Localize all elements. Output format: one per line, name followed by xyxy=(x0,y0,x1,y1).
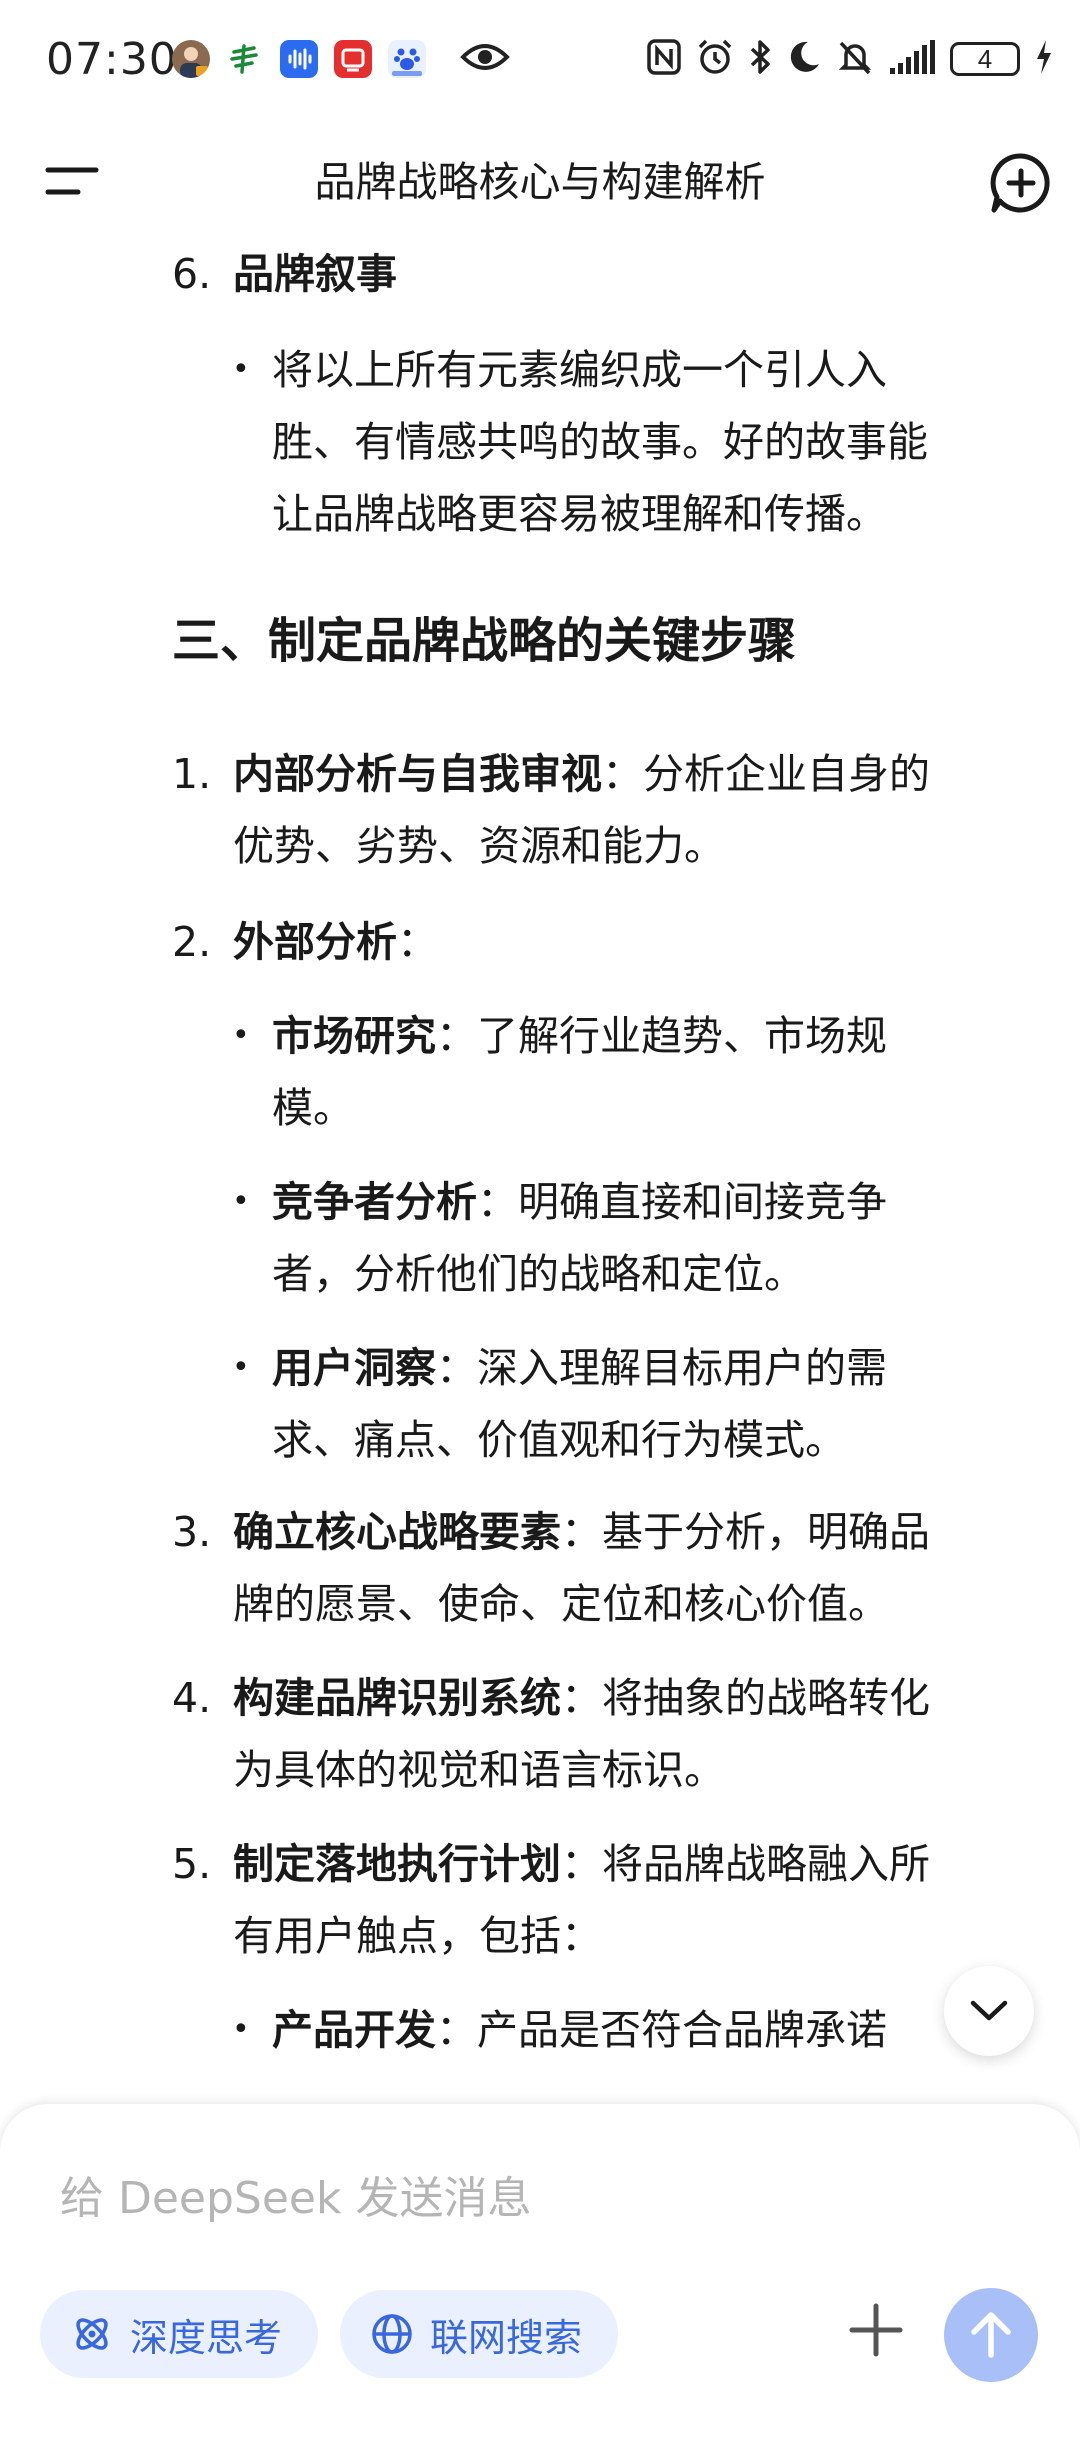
message-content: 6. 品牌叙事 • 将以上所有元素编织成一个引人入 胜、有情感共鸣的故事。好的故… xyxy=(0,230,1080,2110)
list-number: 4. xyxy=(172,1674,212,1722)
message-composer: 深度思考 联网搜索 xyxy=(0,2104,1080,2440)
bullet-line: 将以上所有元素编织成一个引人入 xyxy=(272,346,887,394)
step-text: ：将品牌战略融入所 xyxy=(561,1840,930,1888)
step-text-line: 有用户触点，包括： xyxy=(233,1912,602,1960)
charging-icon xyxy=(1034,38,1054,80)
web-search-button[interactable]: 联网搜索 xyxy=(340,2290,618,2378)
notification-icons xyxy=(172,40,510,78)
bullet-text: ：产品是否符合品牌承诺 xyxy=(436,2006,887,2054)
deep-think-label: 深度思考 xyxy=(130,2315,283,2360)
page-title: 品牌战略核心与构建解析 xyxy=(314,158,766,206)
status-bar: 07:30 4 xyxy=(0,0,1080,120)
bullet-text: ：了解行业趋势、市场规 xyxy=(436,1012,887,1060)
plus-icon xyxy=(849,2303,903,2357)
step-text: ：将抽象的战略转化 xyxy=(561,1674,930,1722)
chat-header: 品牌战略核心与构建解析 xyxy=(0,130,1080,230)
bullet-title: 竞争者分析 xyxy=(272,1178,477,1226)
bullet-line: 让品牌战略更容易被理解和传播。 xyxy=(272,490,887,538)
bullet-text: ：深入理解目标用户的需 xyxy=(436,1344,887,1392)
bullet-dot: • xyxy=(232,1018,250,1053)
bluetooth-icon xyxy=(748,38,772,80)
signal-icon xyxy=(888,38,936,80)
do-not-disturb-icon xyxy=(786,38,822,80)
eye-icon xyxy=(460,41,510,77)
nfc-icon xyxy=(646,38,682,80)
bullet-text: ：明确直接和间接竞争 xyxy=(477,1178,887,1226)
new-chat-icon[interactable] xyxy=(990,152,1052,214)
bullet-line: 者，分析他们的战略和定位。 xyxy=(272,1250,805,1298)
voice-app-icon xyxy=(280,40,318,78)
bullet-line: 胜、有情感共鸣的故事。好的故事能 xyxy=(272,418,928,466)
bullet-title: 产品开发 xyxy=(272,2006,436,2054)
list-number: 6. xyxy=(172,250,212,298)
step-text-line: 牌的愿景、使命、定位和核心价值。 xyxy=(233,1580,889,1628)
list-item-title: 品牌叙事 xyxy=(233,250,397,298)
battery-icon: 4 xyxy=(950,42,1020,76)
step-title: 外部分析 xyxy=(233,918,397,966)
send-button[interactable] xyxy=(944,2288,1038,2382)
baidu-app-icon xyxy=(388,40,426,78)
web-search-label: 联网搜索 xyxy=(430,2315,583,2360)
red-app-icon xyxy=(334,40,372,78)
section-heading: 三、制定品牌战略的关键步骤 xyxy=(172,613,797,669)
bullet-title: 市场研究 xyxy=(272,1012,436,1060)
message-input[interactable] xyxy=(58,2162,962,2234)
scroll-to-bottom-button[interactable] xyxy=(944,1966,1034,2056)
chevron-down-icon xyxy=(970,2000,1008,2021)
status-time: 07:30 xyxy=(46,34,178,85)
attach-plus-button[interactable] xyxy=(848,2302,904,2358)
step-text: ：基于分析，明确品 xyxy=(561,1508,930,1556)
avatar-app-icon xyxy=(172,40,210,78)
atom-icon xyxy=(76,2318,108,2350)
bullet-line: 模。 xyxy=(272,1084,354,1132)
list-number: 5. xyxy=(172,1840,212,1888)
bullet-dot: • xyxy=(232,352,250,387)
step-text-line: 优势、劣势、资源和能力。 xyxy=(233,822,725,870)
system-icons: 4 xyxy=(646,38,1054,80)
bullet-dot: • xyxy=(232,1184,250,1219)
step-title: 内部分析与自我审视 xyxy=(233,750,602,798)
globe-icon xyxy=(372,2314,412,2354)
step-title: 确立核心战略要素 xyxy=(233,1508,561,1556)
deep-think-button[interactable]: 深度思考 xyxy=(40,2290,318,2378)
bullet-dot: • xyxy=(232,1350,250,1385)
step-text-line: 为具体的视觉和语言标识。 xyxy=(233,1746,725,1794)
step-text: ： xyxy=(397,918,438,966)
step-title: 制定落地执行计划 xyxy=(233,1840,561,1888)
list-number: 1. xyxy=(172,750,212,798)
list-number: 3. xyxy=(172,1508,212,1556)
alarm-icon xyxy=(696,38,734,80)
step-text: ：分析企业自身的 xyxy=(602,750,930,798)
bullet-dot: • xyxy=(232,2012,250,2047)
mute-icon xyxy=(836,38,874,80)
arrow-up-icon xyxy=(971,2312,1011,2358)
list-number: 2. xyxy=(172,918,212,966)
bullet-line: 求、痛点、价值观和行为模式。 xyxy=(272,1416,846,1464)
bullet-title: 用户洞察 xyxy=(272,1344,436,1392)
bank-app-icon xyxy=(226,40,264,78)
step-title: 构建品牌识别系统 xyxy=(233,1674,561,1722)
